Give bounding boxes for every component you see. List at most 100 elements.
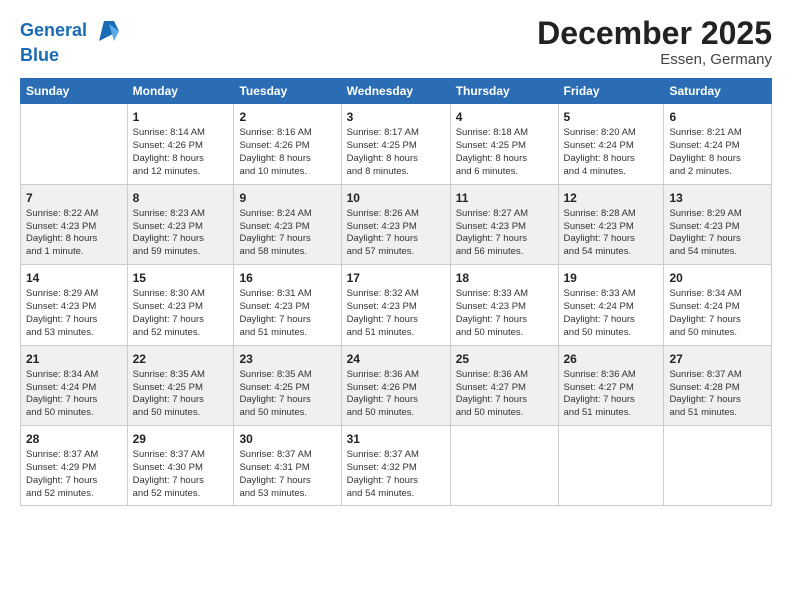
day-number: 22 — [133, 351, 229, 367]
day-number: 27 — [669, 351, 766, 367]
header: General Blue December 2025 Essen, German… — [20, 16, 772, 68]
day-info: Sunrise: 8:37 AM Sunset: 4:28 PM Dayligh… — [669, 369, 766, 420]
calendar-cell: 27 Sunrise: 8:37 AM Sunset: 4:28 PM Dayli… — [664, 345, 772, 425]
col-friday: Friday — [558, 79, 664, 104]
calendar-cell: 31Sunrise: 8:37 AM Sunset: 4:32 PM Dayli… — [341, 425, 450, 505]
calendar-cell: 1 Sunrise: 8:14 AM Sunset: 4:26 PM Daylig… — [127, 104, 234, 184]
day-number: 3 — [347, 109, 445, 125]
day-info: Sunrise: 8:18 AM Sunset: 4:25 PM Dayligh… — [456, 127, 553, 178]
calendar-cell: 6 Sunrise: 8:21 AM Sunset: 4:24 PM Daylig… — [664, 104, 772, 184]
day-number: 20 — [669, 270, 766, 286]
calendar-cell: 11 Sunrise: 8:27 AM Sunset: 4:23 PM Dayli… — [450, 184, 558, 264]
calendar-cell — [450, 425, 558, 505]
day-number: 8 — [133, 190, 229, 206]
day-info: Sunrise: 8:29 AM Sunset: 4:23 PM Dayligh… — [26, 288, 122, 339]
calendar-cell: 9 Sunrise: 8:24 AM Sunset: 4:23 PM Daylig… — [234, 184, 341, 264]
calendar-cell: 13 Sunrise: 8:29 AM Sunset: 4:23 PM Dayli… — [664, 184, 772, 264]
day-number: 11 — [456, 190, 553, 206]
day-number: 25 — [456, 351, 553, 367]
calendar-body: 1 Sunrise: 8:14 AM Sunset: 4:26 PM Daylig… — [21, 104, 772, 506]
calendar-cell: 15 Sunrise: 8:30 AM Sunset: 4:23 PM Dayli… — [127, 265, 234, 345]
calendar-week-row: 1 Sunrise: 8:14 AM Sunset: 4:26 PM Daylig… — [21, 104, 772, 184]
day-number: 17 — [347, 270, 445, 286]
month-title: December 2025 — [537, 16, 772, 51]
calendar-cell: 7 Sunrise: 8:22 AM Sunset: 4:23 PM Daylig… — [21, 184, 128, 264]
day-info: Sunrise: 8:28 AM Sunset: 4:23 PM Dayligh… — [564, 208, 659, 259]
day-number: 2 — [239, 109, 335, 125]
day-info: Sunrise: 8:37 AM Sunset: 4:32 PM Dayligh… — [347, 449, 445, 500]
calendar-cell: 16Sunrise: 8:31 AM Sunset: 4:23 PM Dayli… — [234, 265, 341, 345]
calendar-cell: 28 Sunrise: 8:37 AM Sunset: 4:29 PM Dayli… — [21, 425, 128, 505]
calendar-cell: 17 Sunrise: 8:32 AM Sunset: 4:23 PM Dayli… — [341, 265, 450, 345]
day-number: 28 — [26, 431, 122, 447]
day-info: Sunrise: 8:37 AM Sunset: 4:31 PM Dayligh… — [239, 449, 335, 500]
calendar-cell: 22 Sunrise: 8:35 AM Sunset: 4:25 PM Dayli… — [127, 345, 234, 425]
day-number: 29 — [133, 431, 229, 447]
day-info: Sunrise: 8:20 AM Sunset: 4:24 PM Dayligh… — [564, 127, 659, 178]
col-monday: Monday — [127, 79, 234, 104]
day-number: 19 — [564, 270, 659, 286]
day-number: 15 — [133, 270, 229, 286]
calendar-cell — [558, 425, 664, 505]
day-number: 23 — [239, 351, 335, 367]
calendar-cell — [21, 104, 128, 184]
day-info: Sunrise: 8:22 AM Sunset: 4:23 PM Dayligh… — [26, 208, 122, 259]
day-info: Sunrise: 8:27 AM Sunset: 4:23 PM Dayligh… — [456, 208, 553, 259]
col-saturday: Saturday — [664, 79, 772, 104]
logo-general: General — [20, 20, 87, 40]
day-number: 1 — [133, 109, 229, 125]
calendar-cell — [664, 425, 772, 505]
day-number: 18 — [456, 270, 553, 286]
day-number: 6 — [669, 109, 766, 125]
day-info: Sunrise: 8:21 AM Sunset: 4:24 PM Dayligh… — [669, 127, 766, 178]
day-info: Sunrise: 8:33 AM Sunset: 4:24 PM Dayligh… — [564, 288, 659, 339]
day-info: Sunrise: 8:35 AM Sunset: 4:25 PM Dayligh… — [133, 369, 229, 420]
day-info: Sunrise: 8:29 AM Sunset: 4:23 PM Dayligh… — [669, 208, 766, 259]
logo: General Blue — [20, 16, 124, 66]
day-info: Sunrise: 8:35 AM Sunset: 4:25 PM Dayligh… — [239, 369, 335, 420]
calendar-week-row: 28 Sunrise: 8:37 AM Sunset: 4:29 PM Dayli… — [21, 425, 772, 505]
day-number: 26 — [564, 351, 659, 367]
day-info: Sunrise: 8:14 AM Sunset: 4:26 PM Dayligh… — [133, 127, 229, 178]
day-info: Sunrise: 8:32 AM Sunset: 4:23 PM Dayligh… — [347, 288, 445, 339]
day-number: 9 — [239, 190, 335, 206]
day-info: Sunrise: 8:34 AM Sunset: 4:24 PM Dayligh… — [26, 369, 122, 420]
day-number: 13 — [669, 190, 766, 206]
calendar-header-row: Sunday Monday Tuesday Wednesday Thursday… — [21, 79, 772, 104]
col-sunday: Sunday — [21, 79, 128, 104]
day-info: Sunrise: 8:31 AM Sunset: 4:23 PM Dayligh… — [239, 288, 335, 339]
calendar-cell: 19 Sunrise: 8:33 AM Sunset: 4:24 PM Dayli… — [558, 265, 664, 345]
day-info: Sunrise: 8:26 AM Sunset: 4:23 PM Dayligh… — [347, 208, 445, 259]
day-info: Sunrise: 8:23 AM Sunset: 4:23 PM Dayligh… — [133, 208, 229, 259]
day-info: Sunrise: 8:33 AM Sunset: 4:23 PM Dayligh… — [456, 288, 553, 339]
day-info: Sunrise: 8:36 AM Sunset: 4:26 PM Dayligh… — [347, 369, 445, 420]
col-tuesday: Tuesday — [234, 79, 341, 104]
day-number: 10 — [347, 190, 445, 206]
day-number: 21 — [26, 351, 122, 367]
day-number: 12 — [564, 190, 659, 206]
day-info: Sunrise: 8:37 AM Sunset: 4:30 PM Dayligh… — [133, 449, 229, 500]
calendar-cell: 21 Sunrise: 8:34 AM Sunset: 4:24 PM Dayli… — [21, 345, 128, 425]
day-number: 7 — [26, 190, 122, 206]
calendar-table: Sunday Monday Tuesday Wednesday Thursday… — [20, 78, 772, 506]
day-info: Sunrise: 8:37 AM Sunset: 4:29 PM Dayligh… — [26, 449, 122, 500]
calendar-week-row: 7 Sunrise: 8:22 AM Sunset: 4:23 PM Daylig… — [21, 184, 772, 264]
calendar-cell: 20Sunrise: 8:34 AM Sunset: 4:24 PM Dayli… — [664, 265, 772, 345]
calendar-week-row: 21 Sunrise: 8:34 AM Sunset: 4:24 PM Dayli… — [21, 345, 772, 425]
col-thursday: Thursday — [450, 79, 558, 104]
day-number: 5 — [564, 109, 659, 125]
day-number: 24 — [347, 351, 445, 367]
day-info: Sunrise: 8:36 AM Sunset: 4:27 PM Dayligh… — [456, 369, 553, 420]
calendar-cell: 24 Sunrise: 8:36 AM Sunset: 4:26 PM Dayli… — [341, 345, 450, 425]
calendar-cell: 3Sunrise: 8:17 AM Sunset: 4:25 PM Daylig… — [341, 104, 450, 184]
location: Essen, Germany — [537, 51, 772, 68]
day-info: Sunrise: 8:16 AM Sunset: 4:26 PM Dayligh… — [239, 127, 335, 178]
day-info: Sunrise: 8:30 AM Sunset: 4:23 PM Dayligh… — [133, 288, 229, 339]
col-wednesday: Wednesday — [341, 79, 450, 104]
day-info: Sunrise: 8:24 AM Sunset: 4:23 PM Dayligh… — [239, 208, 335, 259]
calendar-cell: 10 Sunrise: 8:26 AM Sunset: 4:23 PM Dayli… — [341, 184, 450, 264]
title-block: December 2025 Essen, Germany — [537, 16, 772, 68]
page-container: General Blue December 2025 Essen, German… — [0, 0, 792, 516]
logo-text: General Blue — [20, 16, 124, 66]
calendar-cell: 2 Sunrise: 8:16 AM Sunset: 4:26 PM Daylig… — [234, 104, 341, 184]
